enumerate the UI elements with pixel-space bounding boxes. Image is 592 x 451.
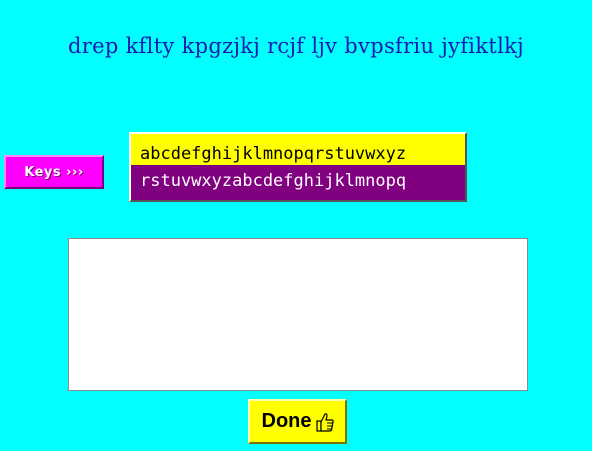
answer-input[interactable] bbox=[68, 238, 528, 391]
cipher-alphabet-row: rstuvwxyzabcdefghijklmnopq bbox=[131, 165, 465, 200]
done-button-label: Done bbox=[261, 410, 312, 432]
keys-button[interactable]: Keys ››› bbox=[4, 155, 104, 189]
plain-alphabet-row: abcdefghijklmnopqrstuvwxyz bbox=[131, 134, 465, 165]
done-button[interactable]: Done bbox=[248, 399, 347, 444]
key-table: abcdefghijklmnopqrstuvwxyz rstuvwxyzabcd… bbox=[129, 132, 467, 202]
thumbs-up-icon bbox=[315, 412, 334, 432]
cipher-text: drep kflty kpgzjkj rcjf ljv bvpsfriu jyf… bbox=[68, 34, 524, 58]
